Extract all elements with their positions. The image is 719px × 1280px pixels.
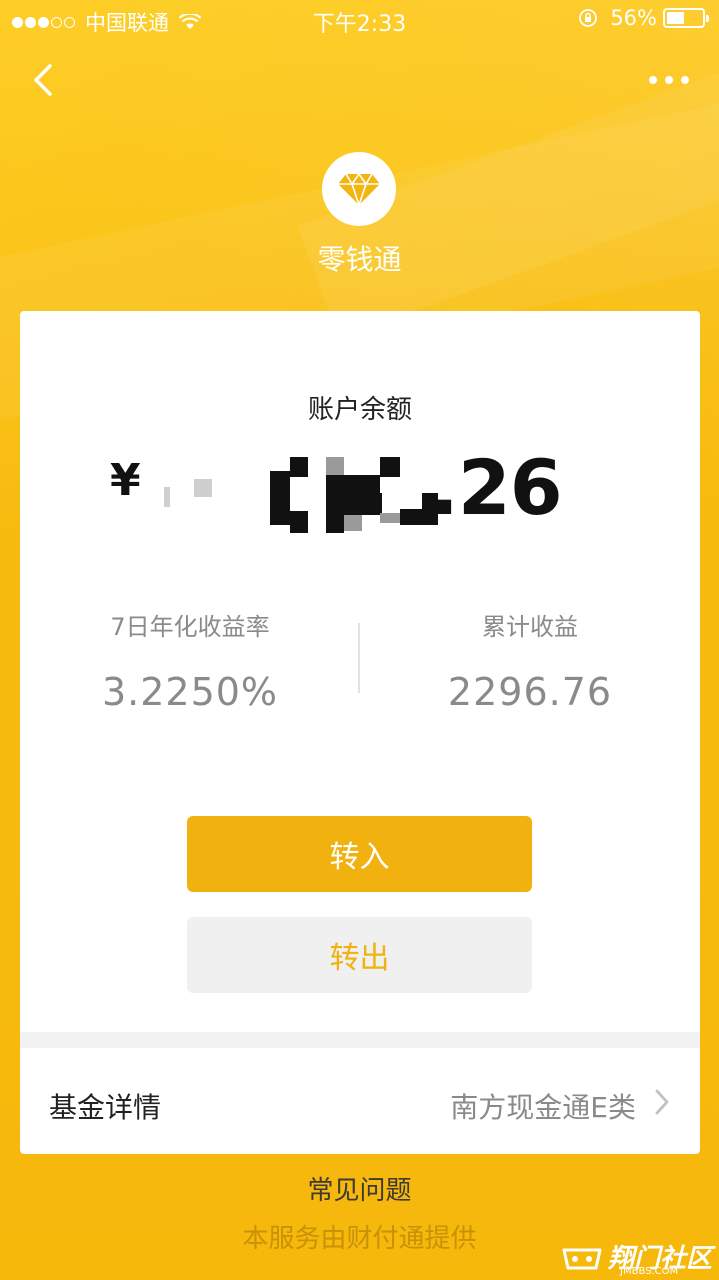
earnings-value: 2296.76 [447,670,613,714]
watermark-subtext: JMBBS.COM [620,1266,679,1277]
transfer-in-button[interactable]: 转入 [187,816,532,892]
redaction-mosaic [400,509,422,525]
battery-percent: 56% [610,6,657,30]
redaction-mosaic [270,471,290,525]
battery-icon [663,8,709,28]
redaction-mosaic [194,479,212,497]
earnings-stat[interactable]: 累计收益 2296.76 [360,607,700,714]
redaction-mosaic [290,457,308,477]
balance-tail: .26 [430,443,563,532]
redaction-mosaic [326,515,344,533]
watermark-logo: 翔门社区 JMBBS.COM [560,1238,715,1278]
more-dot [665,76,673,84]
redaction-mosaic [380,513,400,523]
redaction-mosaic [380,457,400,477]
yield-stat[interactable]: 7日年化收益率 3.2250% [20,607,360,714]
fund-details-row[interactable]: 基金详情 南方现金通E类 [20,1048,700,1154]
back-button[interactable] [28,60,58,100]
battery-fill [667,12,685,24]
currency-symbol: ¥ [110,455,141,506]
earnings-label: 累计收益 [482,613,578,641]
watermark-icon [562,1248,602,1270]
balance-card: 账户余额 ¥ .26 7日年化收益率 3.2250% 累计收益 2296.76 … [20,311,700,1154]
transfer-out-button[interactable]: 转出 [187,917,532,993]
redaction-mosaic [326,457,344,475]
fund-name: 南方现金通E类 [450,1091,636,1124]
status-right: 56% [578,6,709,30]
balance-amount: ¥ .26 [110,443,610,533]
redaction-mosaic [290,511,308,533]
redaction-mosaic [364,493,382,513]
yield-label: 7日年化收益率 [110,613,270,641]
more-dot [681,76,689,84]
rotation-lock-icon [579,9,598,27]
product-name: 零钱通 [317,243,402,276]
chevron-right-icon [655,1089,669,1115]
balance-label: 账户余额 [307,395,412,425]
yield-value: 3.2250% [101,670,279,714]
redaction-mosaic [344,515,362,531]
faq-link[interactable]: 常见问题 [0,1170,719,1207]
diamond-icon [322,152,396,226]
more-button[interactable] [649,70,689,90]
section-divider [20,1032,700,1048]
fund-details-label: 基金详情 [49,1091,162,1124]
status-bar: 中国联通 下午2:33 56% [0,0,719,40]
more-dot [649,76,657,84]
redaction-mosaic [164,487,170,507]
